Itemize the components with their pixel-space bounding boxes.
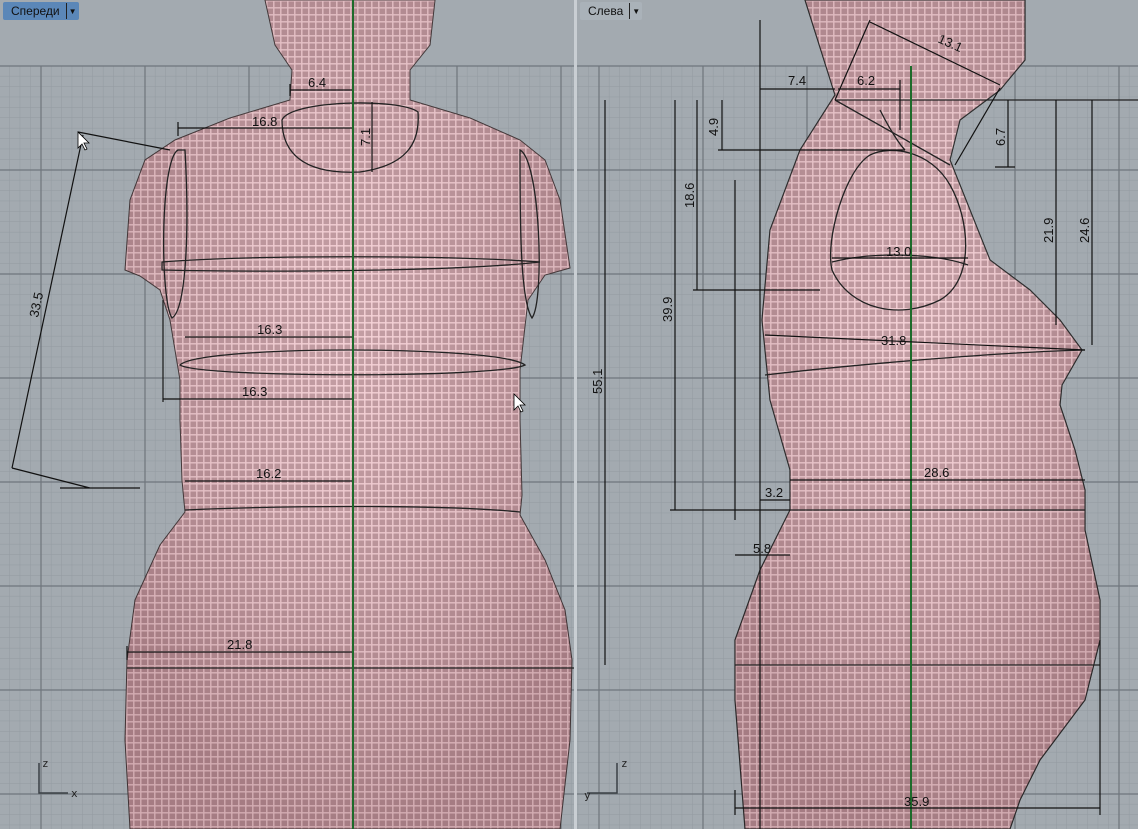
viewport-tab-side[interactable]: Слева ▼ — [580, 2, 643, 20]
dim-chest-half-width: 16.3 — [257, 322, 282, 337]
side-viewport[interactable]: 13.1 7.4 6.2 4.9 6.7 18.6 21.9 24.6 13.0… — [577, 0, 1138, 829]
front-viewport-canvas[interactable]: 6.4 16.8 7.1 33.5 16.3 16.3 16.2 21.8 z … — [0, 0, 574, 829]
chevron-down-icon[interactable]: ▼ — [629, 3, 642, 19]
svg-text:z: z — [621, 757, 628, 770]
dim-hip-depth: 35.9 — [904, 794, 929, 809]
dim-shoulder-half-width: 16.8 — [252, 114, 277, 129]
dim-shoulder-to-bust: 24.6 — [1077, 218, 1092, 243]
dim-neck-front-offset: 7.4 — [788, 73, 806, 88]
svg-text:z: z — [42, 757, 49, 770]
dim-neck-depth: 6.2 — [857, 73, 875, 88]
dim-shoulder-to-bust-back: 21.9 — [1041, 218, 1056, 243]
chevron-down-icon[interactable]: ▼ — [65, 3, 79, 19]
dim-waist-half-width: 16.2 — [256, 466, 281, 481]
dim-bust-depth: 31.8 — [881, 333, 906, 348]
dim-armhole-width: 13.0 — [886, 244, 911, 259]
viewport-title: Спереди — [11, 4, 60, 18]
side-viewport-canvas[interactable]: 13.1 7.4 6.2 4.9 6.7 18.6 21.9 24.6 13.0… — [577, 0, 1138, 829]
dim-hip-half-width: 21.8 — [227, 637, 252, 652]
front-viewport[interactable]: 6.4 16.8 7.1 33.5 16.3 16.3 16.2 21.8 z … — [0, 0, 574, 829]
dim-armhole-height: 18.6 — [682, 183, 697, 208]
dim-shoulder-to-waist: 39.9 — [660, 297, 675, 322]
svg-text:x: x — [71, 787, 78, 800]
dim-waist-offset: 3.2 — [765, 485, 783, 500]
svg-text:y: y — [584, 789, 591, 802]
dim-back-neck-drop: 6.7 — [993, 128, 1008, 146]
viewport-title: Слева — [588, 4, 624, 18]
dim-shoulder-to-hip: 55.1 — [590, 369, 605, 394]
dim-neck-half-width: 6.4 — [308, 75, 326, 90]
dim-front-offset: 5.8 — [753, 541, 771, 556]
viewport-tab-front[interactable]: Спереди ▼ — [3, 2, 79, 20]
dim-collar-drop: 4.9 — [706, 118, 721, 136]
dim-waist-depth: 28.6 — [924, 465, 949, 480]
dim-neck-depth: 7.1 — [358, 128, 373, 146]
dim-bust-half-width: 16.3 — [242, 384, 267, 399]
